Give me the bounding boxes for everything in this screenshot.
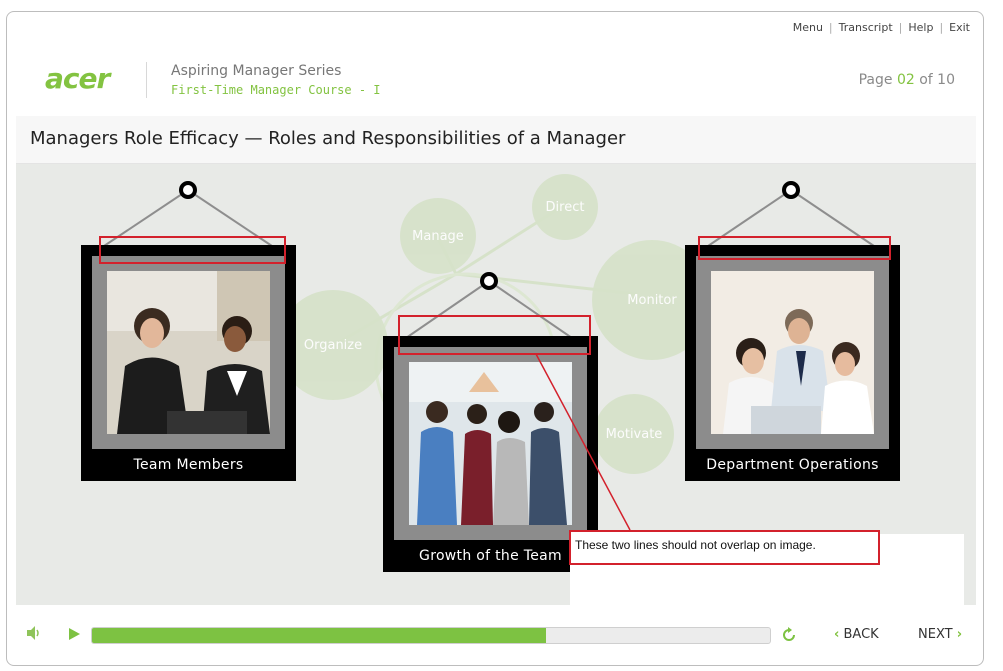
page-label: Page xyxy=(858,72,893,88)
progress-fill xyxy=(92,628,547,643)
page-indicator: Page 02 of 10 xyxy=(859,72,955,88)
player-controls: ‹ BACK NEXT › xyxy=(16,612,976,658)
annotation-highlight-center xyxy=(398,315,591,355)
next-label: NEXT xyxy=(918,627,953,642)
play-icon[interactable] xyxy=(67,626,81,645)
nav-separator: | xyxy=(828,21,833,34)
back-label: BACK xyxy=(843,627,879,642)
chevron-right-icon: › xyxy=(956,627,963,642)
back-button[interactable]: ‹ BACK xyxy=(834,627,879,642)
page-current: 02 xyxy=(896,72,915,88)
nav-separator: | xyxy=(898,21,903,34)
course-title: First-Time Manager Course - I xyxy=(171,83,381,97)
page-total: 10 xyxy=(937,72,955,88)
page-of: of xyxy=(919,72,933,88)
menu-link[interactable]: Menu xyxy=(793,21,823,34)
exit-link[interactable]: Exit xyxy=(949,21,970,34)
acer-logo: acer xyxy=(45,62,110,95)
slide-title-bar: Managers Role Efficacy — Roles and Respo… xyxy=(16,116,976,164)
transcript-link[interactable]: Transcript xyxy=(839,21,893,34)
help-link[interactable]: Help xyxy=(908,21,933,34)
chevron-left-icon: ‹ xyxy=(834,627,840,642)
replay-icon[interactable] xyxy=(780,626,798,648)
annotation-highlight-right xyxy=(698,236,891,260)
slide-title: Managers Role Efficacy — Roles and Respo… xyxy=(30,128,626,149)
progress-bar[interactable] xyxy=(91,627,771,644)
top-nav: Menu | Transcript | Help | Exit xyxy=(793,21,970,34)
nav-separator: | xyxy=(939,21,944,34)
volume-icon[interactable] xyxy=(26,625,42,645)
annotation-highlight-left xyxy=(99,236,286,264)
annotation-note: These two lines should not overlap on im… xyxy=(569,530,880,565)
next-button[interactable]: NEXT › xyxy=(918,627,962,642)
header-divider xyxy=(146,62,147,98)
series-title: Aspiring Manager Series xyxy=(171,63,342,79)
